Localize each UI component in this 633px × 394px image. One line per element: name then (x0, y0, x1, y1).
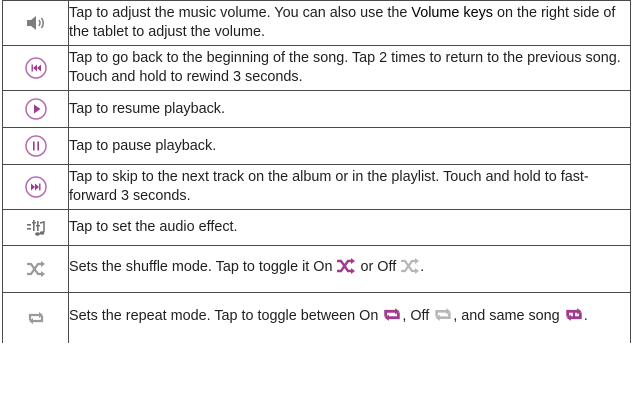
icon-cell (2, 245, 69, 293)
repeat-desc-part1: Sets the repeat mode. Tap to toggle betw… (69, 308, 383, 325)
row-description: Tap to pause playback. (68, 127, 631, 165)
play-icon (3, 98, 68, 120)
icon-cell (2, 90, 69, 128)
repeat-desc-part2: , Off (402, 308, 434, 325)
fast-forward-icon (3, 176, 68, 198)
row-description: Sets the repeat mode. Tap to toggle betw… (68, 292, 631, 343)
shuffle-icon (3, 261, 68, 277)
volume-desc-part1: Tap to adjust the music volume. You can … (69, 5, 412, 21)
repeat-icon (3, 310, 68, 326)
row-description: Tap to skip to the next track on the alb… (68, 164, 631, 210)
media-controls-table: Tap to adjust the music volume. You can … (2, 0, 631, 343)
table-row: Tap to go back to the beginning of the s… (2, 45, 631, 91)
row-description: Tap to go back to the beginning of the s… (68, 45, 631, 91)
icon-cell (2, 164, 69, 210)
shuffle-desc-part1: Sets the shuffle mode. Tap to toggle it … (69, 259, 337, 275)
shuffle-on-icon (336, 258, 356, 280)
repeat-one-icon (564, 306, 584, 329)
icon-cell (2, 45, 69, 91)
table-row: Tap to adjust the music volume. You can … (2, 0, 631, 46)
table-row: Tap to resume playback. (2, 90, 631, 128)
volume-icon (3, 16, 68, 30)
repeat-off-icon (433, 306, 453, 329)
volume-keys-label: Volume keys (411, 5, 493, 21)
repeat-desc-part4: . (583, 308, 588, 325)
icon-cell (2, 127, 69, 165)
row-description: Tap to resume playback. (68, 90, 631, 128)
icon-cell (2, 292, 69, 343)
shuffle-desc-part2: or Off (356, 259, 401, 275)
repeat-on-icon (382, 306, 402, 329)
pause-icon (3, 135, 68, 157)
row-description: Tap to adjust the music volume. You can … (68, 0, 631, 46)
table-row: Sets the shuffle mode. Tap to toggle it … (2, 245, 631, 293)
row-description: Tap to set the audio effect. (68, 209, 631, 246)
table-row: Tap to skip to the next track on the alb… (2, 164, 631, 210)
table-row: Tap to pause playback. (2, 127, 631, 165)
repeat-desc-part3: , and same song (453, 308, 564, 325)
table-row: Tap to set the audio effect. (2, 209, 631, 246)
shuffle-desc-part3: . (420, 259, 425, 275)
icon-cell (2, 0, 69, 46)
icon-cell (2, 209, 69, 246)
shuffle-off-icon (400, 258, 420, 280)
table-row: Sets the repeat mode. Tap to toggle betw… (2, 292, 631, 343)
audio-effect-icon (3, 219, 68, 237)
rewind-icon (3, 57, 68, 79)
row-description: Sets the shuffle mode. Tap to toggle it … (68, 245, 631, 293)
